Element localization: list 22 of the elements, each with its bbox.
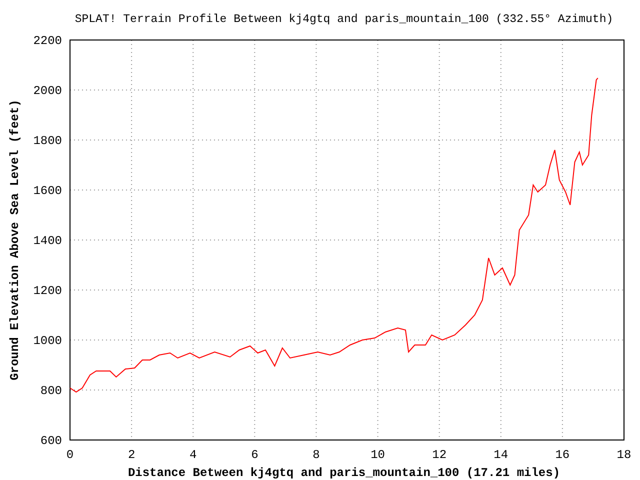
- tick-label: 2000: [33, 84, 62, 98]
- tick-label: 1800: [33, 134, 62, 148]
- tick-label: 2: [128, 448, 136, 462]
- tick-label: 12: [432, 448, 447, 462]
- tick-label: 1200: [33, 284, 62, 298]
- tick-label: 1000: [33, 334, 62, 348]
- chart-title: SPLAT! Terrain Profile Between kj4gtq and paris_mountain_100 (332.55° Azimuth): [74, 13, 614, 26]
- tick-label: 6: [251, 448, 258, 462]
- tick-label: 1400: [33, 234, 62, 248]
- tick-label: 1600: [33, 184, 62, 198]
- tick-label: 4: [190, 448, 197, 462]
- tick-label: 14: [494, 448, 508, 462]
- tick-label: 16: [555, 448, 570, 462]
- tick-label: 800: [40, 384, 62, 398]
- tick-label: 10: [370, 448, 385, 462]
- tick-label: 18: [616, 448, 632, 462]
- tick-label: 0: [66, 448, 74, 462]
- tick-label: 8: [312, 448, 320, 462]
- tick-label: 600: [40, 434, 62, 448]
- y-axis-label: Ground Elevation Above Sea Level (feet): [8, 100, 22, 380]
- x-axis-label: Distance Between kj4gtq and paris_mountain_100 (17.21 miles): [128, 466, 560, 480]
- tick-label: 2200: [33, 34, 62, 48]
